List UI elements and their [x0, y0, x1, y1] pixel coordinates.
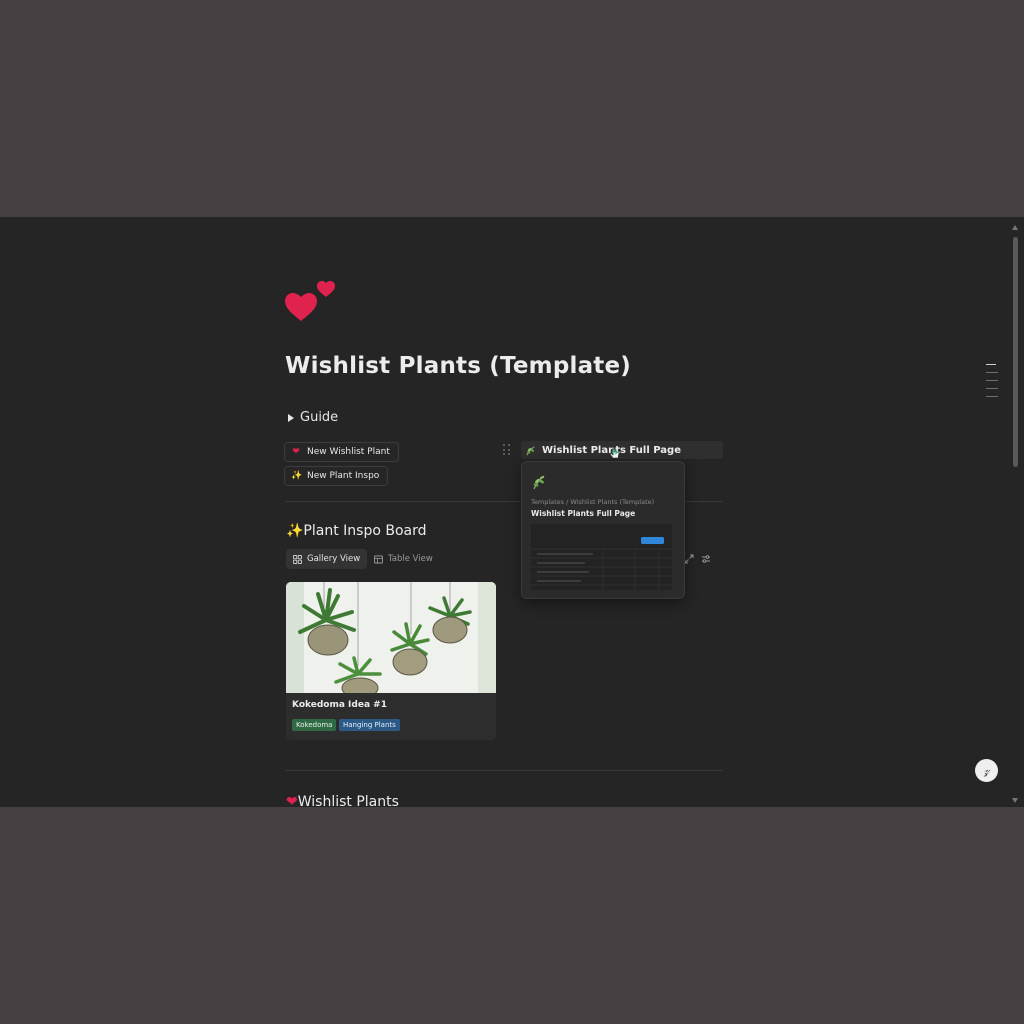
hanging-plants-image — [286, 582, 496, 693]
heart-icon: ❤ — [292, 447, 300, 457]
expand-icon[interactable] — [684, 554, 694, 564]
divider — [285, 770, 723, 771]
scroll-down-arrow-icon[interactable] — [1012, 798, 1018, 803]
gallery-card[interactable]: Kokedoma Idea #1 Kokedoma Hanging Plants — [286, 582, 496, 740]
wishlist-plants-section-label: Wishlist Plants — [297, 794, 399, 807]
scroll-thumb[interactable] — [1013, 237, 1018, 467]
guide-label: Guide — [300, 410, 339, 425]
notion-help-icon: 𝓏 — [983, 763, 990, 777]
drag-handle-icon[interactable] — [503, 444, 511, 456]
scroll-up-arrow-icon[interactable] — [1012, 225, 1018, 230]
help-button[interactable]: 𝓏 — [975, 759, 998, 782]
pointer-cursor-icon — [609, 446, 620, 459]
notion-window: Wishlist Plants (Template) Guide ❤ New W… — [0, 217, 1024, 807]
two-hearts-icon[interactable] — [284, 279, 336, 331]
herb-icon — [526, 445, 535, 455]
herb-icon — [533, 475, 545, 490]
plant-inspo-board-title[interactable]: ✨Plant Inspo Board — [286, 523, 427, 539]
tag-kokedoma: Kokedoma — [292, 719, 337, 731]
vertical-scrollbar[interactable] — [1012, 225, 1018, 803]
table-of-contents-indicator[interactable] — [986, 364, 998, 404]
sparkles-icon: ✨ — [291, 471, 303, 481]
tab-table-view-label: Table View — [388, 554, 433, 564]
breadcrumb-wishlist-plants-template: Wishlist Plants (Template) — [570, 498, 655, 506]
wishlist-plants-section-title[interactable]: ❤Wishlist Plants — [286, 794, 399, 807]
new-plant-inspo-label: New Plant Inspo — [307, 471, 380, 481]
page-hover-preview[interactable]: Templates / Wishlist Plants (Template) W… — [521, 461, 685, 599]
tag-hanging-plants: Hanging Plants — [339, 719, 400, 731]
tab-gallery-view[interactable]: Gallery View — [286, 549, 368, 569]
toggle-triangle-icon[interactable] — [288, 413, 294, 422]
guide-toggle[interactable]: Guide — [288, 410, 338, 425]
breadcrumb-templates: Templates — [531, 498, 565, 506]
new-plant-inspo-button[interactable]: ✨ New Plant Inspo — [284, 466, 389, 486]
tab-gallery-view-label: Gallery View — [307, 554, 361, 564]
table-icon — [374, 555, 383, 563]
tab-table-view[interactable]: Table View — [367, 549, 440, 569]
heart-icon: ❤ — [286, 794, 298, 807]
preview-breadcrumb: Templates / Wishlist Plants (Template) — [531, 498, 655, 506]
new-wishlist-plant-label: New Wishlist Plant — [307, 447, 390, 457]
page-title[interactable]: Wishlist Plants (Template) — [285, 353, 631, 379]
settings-sliders-icon[interactable] — [701, 554, 711, 564]
gallery-grid-icon — [293, 554, 302, 564]
preview-title: Wishlist Plants Full Page — [531, 509, 636, 518]
card-title: Kokedoma Idea #1 — [292, 700, 387, 710]
preview-thumbnail — [531, 524, 672, 590]
new-wishlist-plant-button[interactable]: ❤ New Wishlist Plant — [284, 442, 399, 462]
linked-page-wishlist-plants-full-page[interactable]: Wishlist Plants Full Page — [521, 441, 723, 459]
